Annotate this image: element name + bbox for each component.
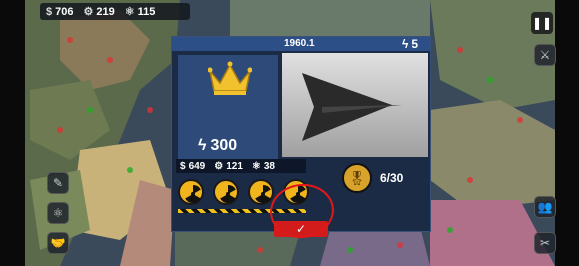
crossed-swords-icon[interactable]: ⚔ <box>534 44 556 66</box>
dollar-icon: $ <box>46 5 53 18</box>
top-cost-value: 5 <box>411 37 418 51</box>
tech-resource: ⚛ 115 <box>124 5 156 19</box>
tech-cost-value: 38 <box>263 160 275 172</box>
right-black-bar <box>555 0 579 266</box>
crown-icon <box>208 61 252 95</box>
gear-icon: ⚙ <box>83 6 94 18</box>
atom-icon: ⚛ <box>251 160 261 172</box>
top-cost: ϟ 5 <box>402 37 418 51</box>
money-value: 706 <box>55 5 74 18</box>
tech-cost: ⚛ 38 <box>252 161 275 172</box>
nuclear-icon[interactable] <box>178 179 204 205</box>
cost-row: $ 649 ⚙ 121 ⚛ 38 <box>176 159 306 173</box>
dialog-header: 1960.1 ϟ 5 <box>172 37 430 51</box>
big-cost-value: 300 <box>210 137 238 154</box>
officer-cap-icon[interactable]: 🎖 <box>342 163 372 193</box>
nuclear-icon[interactable] <box>248 179 274 205</box>
industry-cost-value: 121 <box>226 160 243 172</box>
left-black-bar <box>0 0 25 266</box>
money-cost: $ 649 <box>180 161 205 172</box>
atom-icon: ⚛ <box>124 6 135 18</box>
lightning-icon: ϟ <box>401 37 409 51</box>
crown-panel: ϟ 300 <box>178 55 278 159</box>
big-cost: ϟ 300 <box>198 137 237 155</box>
money-resource: $ 706 <box>46 6 73 18</box>
notes-icon[interactable]: ✎ <box>47 172 69 194</box>
tech-value: 115 <box>137 5 156 18</box>
resource-bar: $ 706 ⚙ 219 ⚛ 115 <box>40 3 190 20</box>
money-cost-value: 649 <box>188 160 206 172</box>
atom-button-icon[interactable]: ⚛ <box>47 202 69 224</box>
gear-icon: ⚙ <box>214 160 224 172</box>
lightning-icon: ϟ <box>198 137 207 154</box>
pause-icon[interactable]: ❚❚ <box>531 12 553 34</box>
industry-cost: ⚙ 121 <box>214 161 243 172</box>
industry-resource: ⚙ 219 <box>83 5 115 19</box>
handshake-icon[interactable]: 🤝 <box>47 232 69 254</box>
tools-icon[interactable]: ✂ <box>534 232 556 254</box>
dollar-icon: $ <box>180 160 186 172</box>
industry-value: 219 <box>96 5 115 18</box>
officer-count: 6/30 <box>380 171 404 185</box>
game-screen: $ 706 ⚙ 219 ⚛ 115 ✎ ⚛ 🤝 ❚❚ ⚔ 👥 ✂ 1960.1 … <box>0 0 579 266</box>
unit-name: 1960.1 <box>284 38 315 49</box>
group-icon[interactable]: 👥 <box>534 196 556 218</box>
nuclear-icon[interactable] <box>213 179 239 205</box>
unit-photo <box>282 53 428 157</box>
